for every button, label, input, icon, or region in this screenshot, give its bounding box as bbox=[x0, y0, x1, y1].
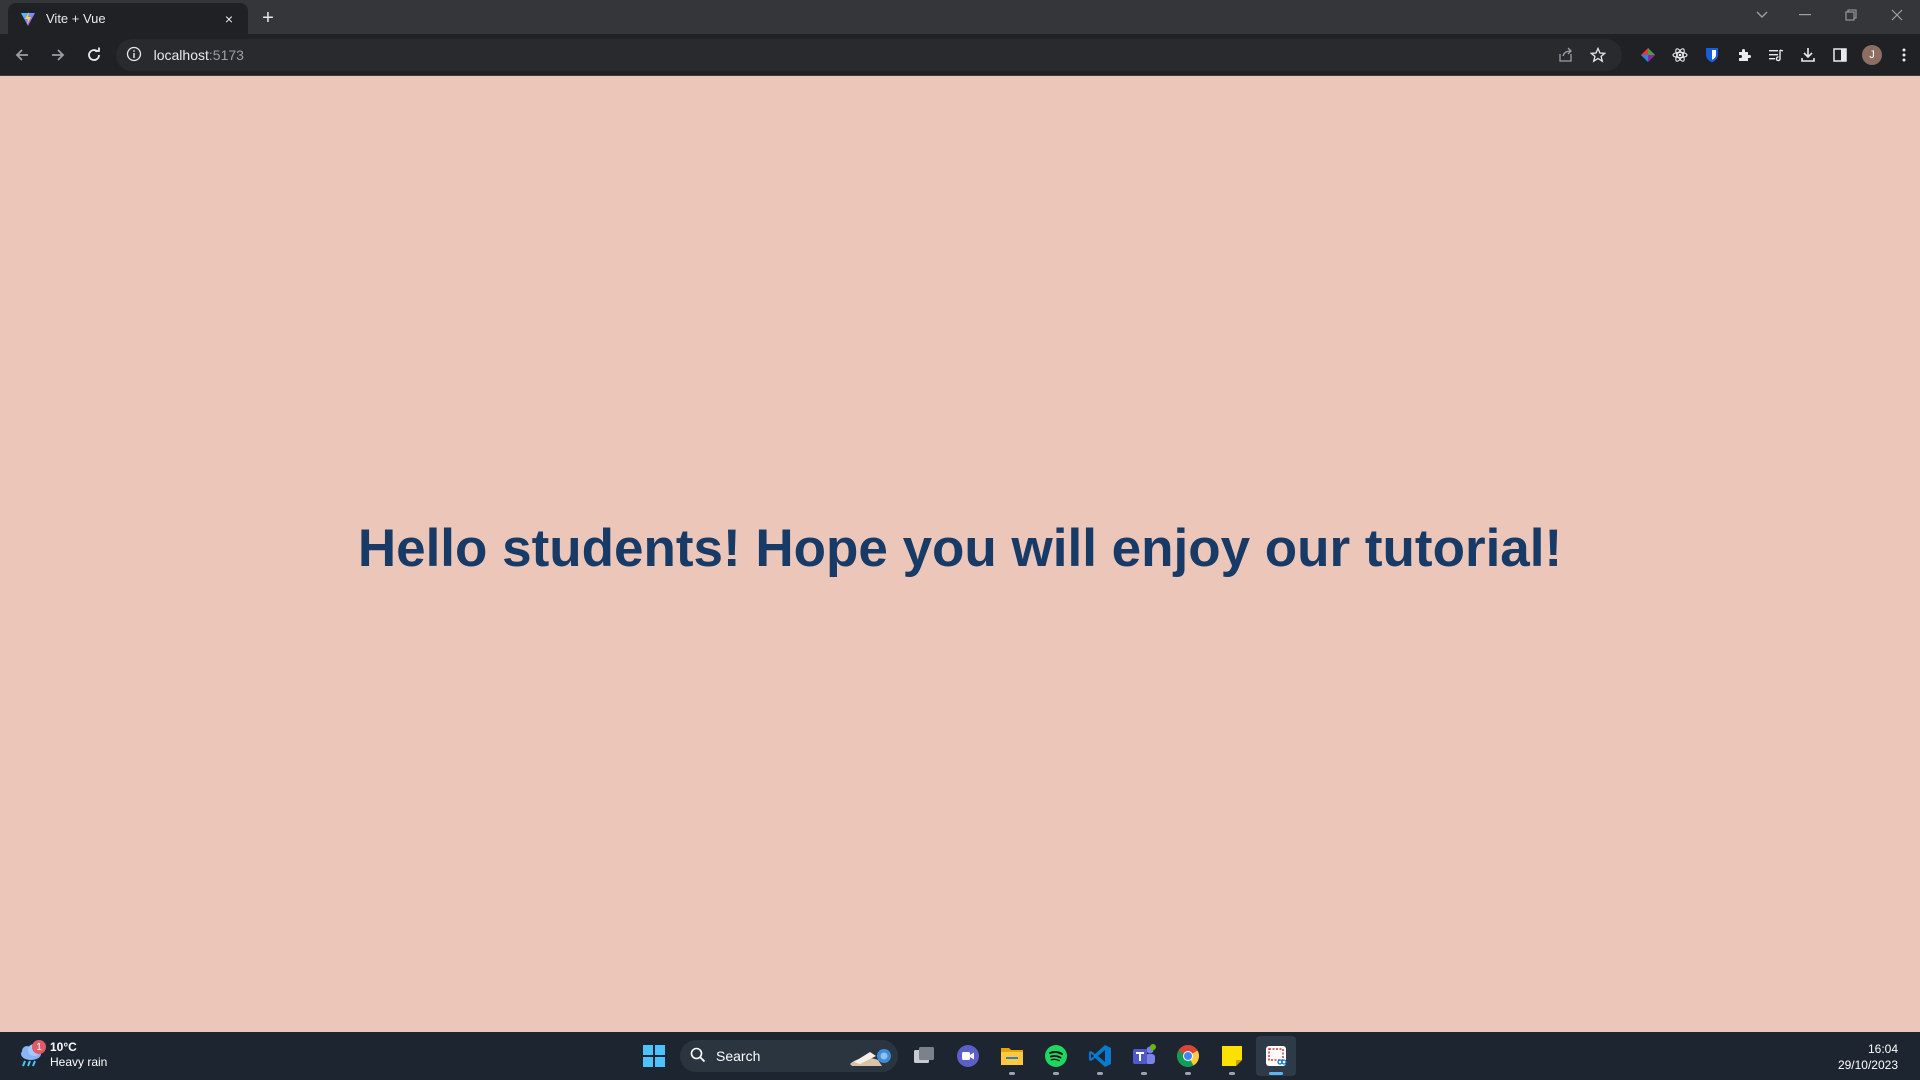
running-indicator bbox=[1053, 1072, 1059, 1075]
downloads-icon[interactable] bbox=[1792, 39, 1824, 71]
windows-taskbar: 1 10°C Heavy rain Search 16:04 29/10/202… bbox=[0, 1032, 1920, 1080]
page-heading: Hello students! Hope you will enjoy our … bbox=[357, 518, 1563, 578]
browser-menu-icon[interactable] bbox=[1888, 39, 1920, 71]
back-button[interactable] bbox=[6, 39, 38, 71]
bookmark-star-icon[interactable] bbox=[1584, 41, 1612, 69]
address-bar[interactable]: localhost:5173 bbox=[115, 38, 1622, 71]
browser-tab[interactable]: Vite + Vue × bbox=[8, 3, 248, 34]
tab-title: Vite + Vue bbox=[46, 11, 106, 26]
restore-button[interactable] bbox=[1828, 0, 1874, 30]
tab-search-chevron-icon[interactable] bbox=[1742, 0, 1782, 30]
window-controls bbox=[1742, 0, 1920, 30]
running-indicator bbox=[1229, 1072, 1235, 1075]
tab-strip: Vite + Vue × + bbox=[0, 0, 1920, 34]
page-viewport: Hello students! Hope you will enjoy our … bbox=[0, 76, 1920, 1032]
running-indicator bbox=[1097, 1072, 1103, 1075]
tab-close-icon[interactable]: × bbox=[220, 10, 238, 28]
media-queue-icon[interactable] bbox=[1760, 39, 1792, 71]
running-indicator bbox=[1009, 1072, 1015, 1075]
snipping-tool-icon[interactable] bbox=[1256, 1036, 1296, 1076]
weather-badge: 1 bbox=[32, 1040, 46, 1054]
extensions-puzzle-icon[interactable] bbox=[1728, 39, 1760, 71]
search-label: Search bbox=[716, 1048, 761, 1064]
teams-icon[interactable] bbox=[1124, 1036, 1164, 1076]
profile-avatar[interactable]: J bbox=[1856, 39, 1888, 71]
weather-rain-icon: 1 bbox=[14, 1038, 48, 1072]
running-indicator bbox=[1185, 1072, 1191, 1075]
minimize-button[interactable] bbox=[1782, 0, 1828, 30]
running-indicator bbox=[1269, 1072, 1283, 1075]
url-host: localhost bbox=[153, 46, 209, 63]
bitwarden-extension-icon[interactable] bbox=[1696, 39, 1728, 71]
running-indicator bbox=[1141, 1072, 1147, 1075]
weather-text: 10°C Heavy rain bbox=[50, 1040, 107, 1070]
spotify-icon[interactable] bbox=[1036, 1036, 1076, 1076]
url-port: :5173 bbox=[208, 46, 244, 63]
new-tab-button[interactable]: + bbox=[254, 4, 282, 32]
profile-initial: J bbox=[1861, 44, 1882, 65]
task-view-icon[interactable] bbox=[904, 1036, 944, 1076]
system-clock[interactable]: 16:04 29/10/2023 bbox=[1838, 1041, 1898, 1073]
search-icon bbox=[690, 1047, 708, 1065]
react-devtools-extension-icon[interactable] bbox=[1664, 39, 1696, 71]
weather-temperature: 10°C bbox=[50, 1040, 77, 1054]
chrome-icon[interactable] bbox=[1168, 1036, 1208, 1076]
search-highlight-icon bbox=[848, 1044, 894, 1068]
taskbar-search[interactable]: Search bbox=[680, 1040, 898, 1072]
share-icon[interactable] bbox=[1552, 41, 1580, 69]
side-panel-icon[interactable] bbox=[1824, 39, 1856, 71]
file-explorer-icon[interactable] bbox=[992, 1036, 1032, 1076]
start-icon[interactable] bbox=[634, 1036, 674, 1076]
extensions-area: J bbox=[1632, 39, 1920, 71]
clock-date: 29/10/2023 bbox=[1837, 1058, 1898, 1072]
vscode-icon[interactable] bbox=[1080, 1036, 1120, 1076]
vite-favicon-icon bbox=[20, 11, 36, 27]
clock-time: 16:04 bbox=[1867, 1042, 1898, 1056]
close-window-button[interactable] bbox=[1874, 0, 1920, 30]
taskbar-apps: Search bbox=[632, 1036, 1298, 1076]
weather-condition: Heavy rain bbox=[50, 1055, 108, 1069]
meet-icon[interactable] bbox=[948, 1036, 988, 1076]
color-picker-extension-icon[interactable] bbox=[1632, 39, 1664, 71]
browser-toolbar: localhost:5173 J bbox=[0, 34, 1920, 76]
weather-widget[interactable]: 1 10°C Heavy rain bbox=[14, 1038, 107, 1072]
forward-button[interactable] bbox=[42, 39, 74, 71]
sticky-notes-icon[interactable] bbox=[1212, 1036, 1252, 1076]
site-info-icon[interactable] bbox=[126, 46, 144, 64]
reload-button[interactable] bbox=[78, 39, 110, 71]
